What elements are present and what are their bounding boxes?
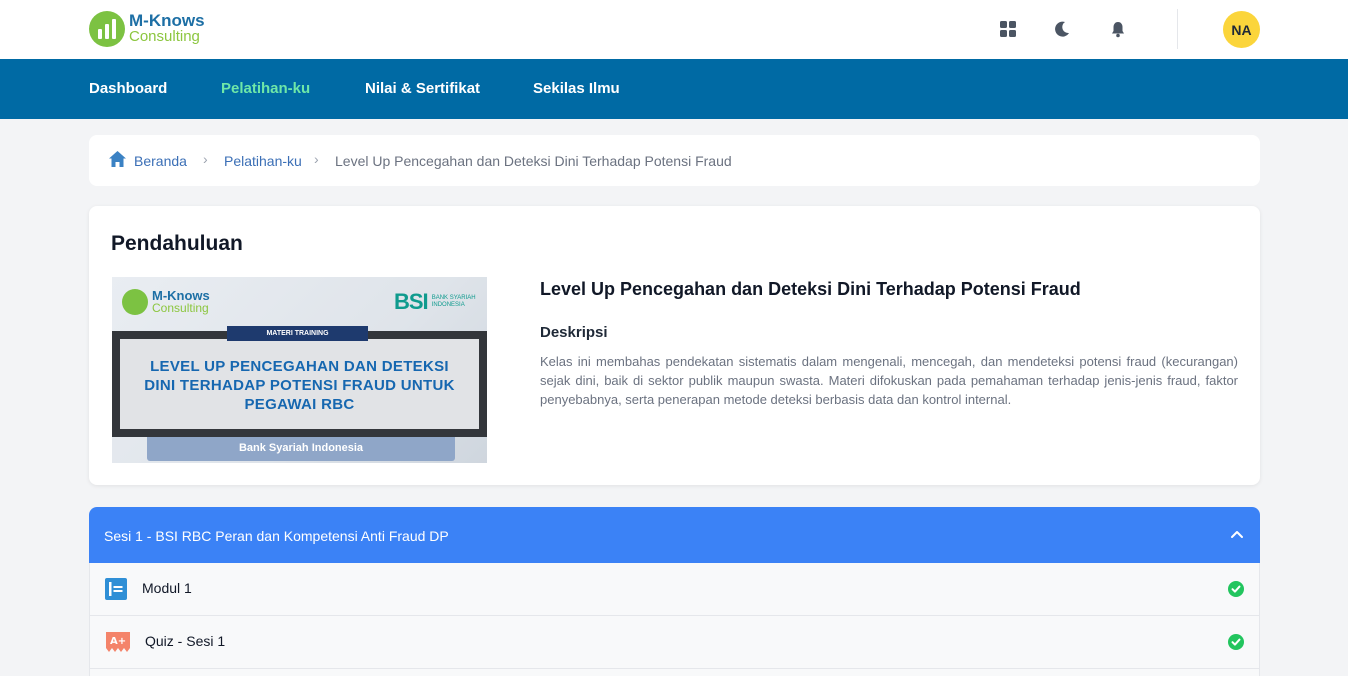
session-item-quiz[interactable]: A+ Quiz - Sesi 1 (89, 616, 1260, 669)
check-circle-icon (1228, 581, 1244, 597)
brand-logo[interactable]: M-Knows Consulting (89, 11, 205, 47)
course-thumbnail: M-Knows Consulting BSI BANK SYARIAH INDO… (112, 277, 487, 463)
thumbnail-headline-line3: PEGAWAI RBC (244, 396, 355, 413)
breadcrumb-separator-icon: › (314, 151, 319, 167)
thumbnail-headline-box: LEVEL UP PENCEGAHAN DAN DETEKSI DINI TER… (112, 331, 487, 437)
brand-name: M-Knows Consulting (129, 11, 205, 45)
brand-name-line1: M-Knows (129, 11, 205, 30)
session-title: Sesi 1 - BSI RBC Peran dan Kompetensi An… (104, 528, 449, 544)
description-text: Kelas ini membahas pendekatan sistematis… (540, 354, 1238, 407)
brand-name-line2: Consulting (129, 28, 200, 45)
breadcrumb-current: Level Up Pencegahan dan Deteksi Dini Ter… (335, 153, 732, 169)
module-icon (104, 577, 128, 601)
top-header: M-Knows Consulting NA (0, 0, 1348, 59)
breadcrumb-separator-icon: › (203, 151, 208, 167)
partner-full-name: BANK SYARIAH INDONESIA (432, 295, 476, 309)
quiz-icon: A+ (105, 630, 131, 654)
partner-full-name-line2: INDONESIA (431, 302, 465, 308)
thumbnail-brand-line2: Consulting (152, 301, 209, 315)
bell-icon[interactable] (1108, 19, 1128, 39)
description-label: Deskripsi (540, 324, 608, 341)
section-title: Pendahuluan (111, 232, 243, 255)
course-title: Level Up Pencegahan dan Deteksi Dini Ter… (540, 279, 1081, 299)
user-avatar[interactable]: NA (1223, 11, 1260, 48)
thumbnail-footer: Bank Syariah Indonesia (147, 437, 455, 461)
nav-item-dashboard[interactable]: Dashboard (89, 80, 167, 97)
partner-short-name: BSI (394, 289, 429, 314)
header-divider (1177, 9, 1178, 49)
grid-icon[interactable] (998, 19, 1018, 39)
check-circle-icon (1228, 634, 1244, 650)
session-item-next[interactable] (89, 669, 1260, 676)
breadcrumb-beranda[interactable]: Beranda (134, 153, 187, 169)
svg-text:A+: A+ (110, 636, 126, 647)
session-accordion-header[interactable]: Sesi 1 - BSI RBC Peran dan Kompetensi An… (89, 507, 1260, 563)
logo-mark-icon (89, 11, 125, 47)
session-item-modul[interactable]: Modul 1 (89, 563, 1260, 616)
chevron-up-icon[interactable] (1230, 527, 1244, 541)
intro-card: Pendahuluan M-Knows Consulting BSI BANK … (89, 206, 1260, 485)
thumbnail-headline-line2: DINI TERHADAP POTENSI FRAUD UNTUK (144, 377, 455, 394)
breadcrumb: Beranda › Pelatihan-ku › Level Up Penceg… (89, 135, 1260, 186)
thumbnail-headline-line1: LEVEL UP PENCEGAHAN DAN DETEKSI (150, 358, 449, 375)
moon-icon[interactable] (1052, 19, 1072, 39)
partner-full-name-line1: BANK SYARIAH (431, 295, 476, 301)
thumbnail-tag: MATERI TRAINING (227, 326, 368, 341)
breadcrumb-pelatihan-ku[interactable]: Pelatihan-ku (224, 153, 302, 169)
main-nav: Dashboard Pelatihan-ku Nilai & Sertifika… (0, 59, 1348, 119)
nav-item-nilai-sertifikat[interactable]: Nilai & Sertifikat (365, 80, 480, 97)
nav-item-sekilas-ilmu[interactable]: Sekilas Ilmu (533, 80, 620, 97)
thumbnail-brand-logo: M-Knows Consulting (122, 289, 210, 315)
nav-item-pelatihan-ku[interactable]: Pelatihan-ku (221, 80, 310, 97)
session-item-label: Quiz - Sesi 1 (145, 633, 226, 649)
thumbnail-logo-mark-icon (122, 289, 148, 315)
home-icon[interactable] (108, 150, 127, 168)
session-item-label: Modul 1 (142, 580, 192, 596)
partner-logo: BSI BANK SYARIAH INDONESIA (394, 289, 476, 315)
